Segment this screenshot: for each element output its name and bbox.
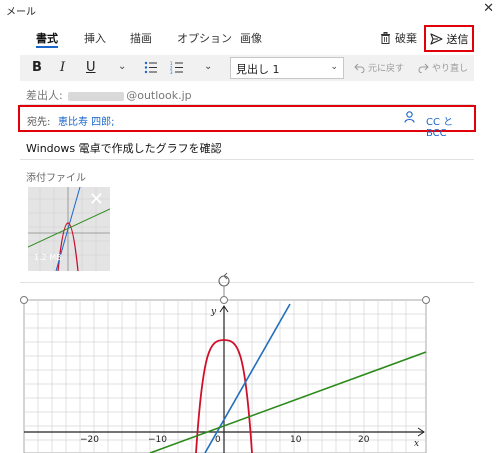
person-icon[interactable] (404, 111, 415, 123)
chevron-down-icon[interactable]: ⌄ (118, 61, 126, 72)
redo-label: やり直し (432, 64, 469, 74)
tab-format[interactable]: 書式 (36, 30, 58, 46)
inline-graph-image[interactable]: −20 −10 0 10 20 x y (0, 270, 500, 453)
paragraph-style-value: 見出し 1 (236, 63, 280, 76)
attachment-thumbnail[interactable]: ✕ 1.2 MB (28, 187, 110, 271)
send-button[interactable]: 送信 (424, 25, 474, 52)
redo-icon (418, 63, 429, 73)
format-toolbar: B I U ⌄ 1 2 3 ⌄ 見出し 1 ⌄ 元に戻す やり直し (20, 55, 474, 81)
from-line[interactable]: 差出人: @outlook.jp (26, 87, 192, 103)
trash-icon (381, 32, 390, 44)
graph-canvas: −20 −10 0 10 20 x y (20, 272, 430, 453)
undo-label: 元に戻す (368, 64, 405, 74)
underline-button[interactable]: U (86, 60, 96, 75)
from-domain: @outlook.jp (126, 89, 192, 102)
x-tick-label: −20 (80, 435, 99, 445)
x-tick-label: 0 (215, 435, 221, 445)
window-title: メール (6, 7, 36, 18)
y-axis-label: y (210, 307, 217, 317)
svg-text:3: 3 (170, 70, 173, 74)
recipient-chip[interactable]: 恵比寿 四郎; (58, 113, 115, 128)
to-field[interactable]: 宛先: 恵比寿 四郎; CC と BCC (18, 105, 476, 139)
divider (20, 159, 474, 160)
bold-button[interactable]: B (32, 60, 42, 75)
bullet-list-icon[interactable] (144, 61, 158, 74)
chevron-down-icon[interactable]: ⌄ (204, 61, 212, 72)
active-tab-indicator (36, 46, 58, 48)
title-bar: メール ✕ (0, 0, 500, 20)
x-tick-label: 10 (290, 435, 302, 445)
cc-bcc-link[interactable]: CC と BCC (426, 113, 474, 139)
discard-button[interactable]: 破棄 (380, 30, 417, 46)
undo-button[interactable]: 元に戻す (354, 61, 404, 74)
close-icon[interactable]: ✕ (483, 1, 494, 16)
send-icon (429, 32, 443, 45)
chevron-down-icon: ⌄ (330, 62, 338, 72)
x-tick-label: −10 (148, 435, 167, 445)
attachments-label: 添付ファイル (26, 173, 86, 184)
redacted-username (68, 91, 125, 101)
discard-label: 破棄 (395, 32, 417, 45)
x-axis-label: x (414, 439, 419, 449)
attachment-size: 1.2 MB (34, 253, 62, 262)
x-tick-label: 20 (358, 435, 370, 445)
italic-button[interactable]: I (60, 60, 65, 75)
tab-insert[interactable]: 挿入 (84, 30, 106, 46)
undo-icon (354, 63, 365, 73)
to-label: 宛先: (27, 117, 51, 128)
numbered-list-icon[interactable]: 1 2 3 (170, 61, 184, 74)
tab-draw[interactable]: 描画 (130, 30, 152, 46)
tab-picture[interactable]: 画像 (240, 30, 262, 46)
paragraph-style-select[interactable]: 見出し 1 ⌄ (230, 57, 344, 79)
from-label: 差出人: (26, 89, 63, 102)
redo-button[interactable]: やり直し (418, 61, 468, 74)
rotate-handle-icon[interactable] (218, 272, 230, 287)
send-label: 送信 (446, 32, 469, 46)
remove-attachment-icon[interactable]: ✕ (89, 189, 104, 210)
subject-field[interactable]: Windows 電卓で作成したグラフを確認 (26, 140, 222, 156)
tab-options[interactable]: オプション (177, 30, 232, 46)
